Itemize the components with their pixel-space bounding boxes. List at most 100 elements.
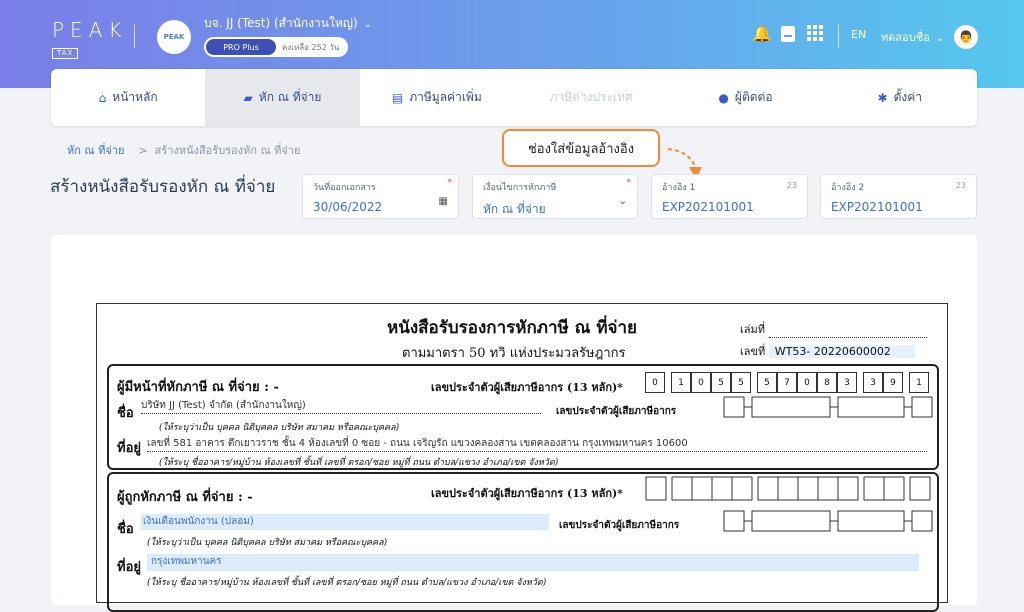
payee-taxid2-label: เลขประจำตัวผู้เสียภาษีอากร <box>559 520 680 531</box>
book-label: เล่มที่ <box>740 323 766 336</box>
payee-address-input[interactable]: กรุงเทพมหานคร <box>147 554 919 571</box>
peak-logo[interactable]: PEAK TAX <box>52 20 128 59</box>
taxid-digit: 7 <box>777 372 797 393</box>
reference-2-input[interactable]: อ้างอิง 2 23 EXP202101001 <box>820 174 977 219</box>
breadcrumb-separator: > <box>138 144 148 157</box>
field-label: เงื่อนไขการหักภาษี <box>483 183 557 193</box>
tab-label: ตั้งค่า <box>893 90 923 104</box>
payee-branch-boxes[interactable] <box>723 510 933 532</box>
taxid-digit: 0 <box>645 372 665 393</box>
taxid-digit: 5 <box>757 372 777 393</box>
payer-branch-boxes <box>723 396 933 418</box>
grid-icon[interactable] <box>807 25 823 45</box>
annotation-callout: ช่องใส่ข้อมูลอ้างอิง <box>502 129 660 167</box>
divider <box>134 24 135 48</box>
payee-address-label: ที่อยู่ <box>117 560 141 575</box>
payer-taxid-label: เลขประจำตัวผู้เสียภาษีอากร (13 หลัก)* <box>431 381 623 394</box>
field-label: อ้างอิง 2 <box>831 183 865 193</box>
taxid-digit: 1 <box>671 372 691 393</box>
company-logo: PEAK <box>157 20 191 54</box>
tab-settings[interactable]: ✱ ตั้งค่า <box>823 69 977 126</box>
document-number: เลขที่ WT53- 20220600002 <box>740 342 915 360</box>
payee-heading: ผู้ถูกหักภาษี ณ ที่จ่าย : - <box>117 490 253 505</box>
plan-badge[interactable]: PRO Plus คงเหลือ 252 วัน <box>204 37 348 57</box>
field-value: 30/06/2022 <box>313 200 383 214</box>
taxid-digit: 1 <box>909 372 929 393</box>
book-number: เล่มที่ <box>740 320 927 338</box>
language-switch[interactable]: EN <box>851 28 866 41</box>
payee-taxid-boxes[interactable] <box>645 476 937 502</box>
tab-label: ผู้ติดต่อ <box>734 90 773 104</box>
payer-name-hint: (ให้ระบุว่าเป็น บุคคล นิติบุคคล บริษัท ส… <box>159 423 400 433</box>
taxid-digit: 0 <box>797 372 817 393</box>
bell-icon[interactable]: 🔔 <box>752 25 772 43</box>
payer-address-label: ที่อยู่ <box>117 441 141 456</box>
payee-name-input[interactable]: เงินเดือนพนักงาน (ปลอม) <box>141 514 549 530</box>
field-label: วันที่ออกเอกสาร <box>313 183 376 193</box>
company-name: บจ. JJ (Test) (สำนักงานใหญ่) <box>204 16 358 30</box>
plan-name: PRO Plus <box>206 39 276 55</box>
tab-label: ภาษีมูลค่าเพิ่ม <box>409 90 482 104</box>
taxid-digit: 8 <box>817 372 837 393</box>
main-nav: ⌂ หน้าหลัก ▰ หัก ณ ที่จ่าย ▤ ภาษีมูลค่าเพิ่… <box>51 69 977 126</box>
payer-address-value: เลขที่ 581 อาคาร ตึกเยาวราช ชั้น 4 ห้องเ… <box>147 436 927 452</box>
field-value: EXP202101001 <box>662 200 754 214</box>
chevron-down-icon: ⌄ <box>363 19 373 30</box>
user-name: ทดสอบชื่อ <box>881 31 930 44</box>
chevron-down-icon: ⌄ <box>618 196 627 207</box>
chevron-down-icon: ⌄ <box>935 33 945 44</box>
document-date-field[interactable]: วันที่ออกเอกสาร * 30/06/2022 ▦ <box>302 174 459 219</box>
brand-tag: TAX <box>52 48 79 59</box>
tab-foreign-tax: ภาษีต่างประเทศ <box>514 69 668 126</box>
field-value: หัก ณ ที่จ่าย <box>483 202 546 216</box>
tax-condition-select[interactable]: เงื่อนไขการหักภาษี * หัก ณ ที่จ่าย ⌄ <box>472 174 638 219</box>
plan-remaining: คงเหลือ 252 วัน <box>282 42 340 52</box>
receipt-icon: ▤ <box>391 90 404 105</box>
taxid-digit: 9 <box>883 372 903 393</box>
person-icon: ● <box>718 90 729 105</box>
payer-heading: ผู้มีหน้าที่หักภาษี ณ ที่จ่าย : - <box>117 380 279 395</box>
taxid-digit: 5 <box>731 372 751 393</box>
taxid-digit: 3 <box>863 372 883 393</box>
calendar-icon[interactable]: ▦ <box>439 196 448 207</box>
payee-address-hint: (ให้ระบุ ชื่ออาคาร/หมู่บ้าน ห้องเลขที่ ช… <box>147 578 547 588</box>
breadcrumb-link[interactable]: หัก ณ ที่จ่าย <box>67 144 124 157</box>
user-menu[interactable]: ทดสอบชื่อ ⌄ <box>881 28 944 46</box>
number-label: เลขที่ <box>740 345 766 358</box>
company-selector[interactable]: บจ. JJ (Test) (สำนักงานใหญ่) ⌄ <box>204 14 372 33</box>
payer-section: ผู้มีหน้าที่หักภาษี ณ ที่จ่าย : - เลขประ… <box>107 364 939 470</box>
divider <box>838 24 839 48</box>
payee-name-hint: (ให้ระบุว่าเป็น บุคคล นิติบุคคล บริษัท ส… <box>147 538 388 548</box>
avatar[interactable]: 👨 <box>954 25 978 49</box>
taxid-digit: 0 <box>691 372 711 393</box>
tab-label: หัก ณ ที่จ่าย <box>258 90 322 104</box>
char-count: 23 <box>955 181 966 190</box>
document-icon[interactable] <box>780 25 796 47</box>
taxid-digit: 3 <box>837 372 857 393</box>
payee-taxid-label: เลขประจำตัวผู้เสียภาษีอากร (13 หลัก)* <box>431 487 623 500</box>
brand-name: PEAK <box>52 18 128 42</box>
certificate-document: หนังสือรับรองการหักภาษี ณ ที่จ่าย ตามมาต… <box>96 303 948 612</box>
reference-1-input[interactable]: อ้างอิง 1 23 EXP202101001 <box>651 174 808 219</box>
char-count: 23 <box>786 181 797 190</box>
breadcrumb-current: สร้างหนังสือรับรองหัก ณ ที่จ่าย <box>154 144 301 157</box>
field-value: EXP202101001 <box>831 200 923 214</box>
tab-withholding[interactable]: ▰ หัก ณ ที่จ่าย <box>205 69 360 126</box>
wallet-icon: ▰ <box>243 90 253 105</box>
page-title: สร้างหนังสือรับรองหัก ณ ที่จ่าย <box>50 177 276 197</box>
payer-address-hint: (ให้ระบุ ชื่ออาคาร/หมู่บ้าน ห้องเลขที่ ช… <box>159 458 559 468</box>
payer-taxid2-label: เลขประจำตัวผู้เสียภาษีอากร <box>556 406 677 417</box>
tab-label: ภาษีต่างประเทศ <box>549 90 633 104</box>
document-subtitle: ตามมาตรา 50 ทวิ แห่งประมวลรัษฎากร <box>402 346 626 361</box>
tab-home[interactable]: ⌂ หน้าหลัก <box>51 69 205 126</box>
document-number-value: WT53- 20220600002 <box>768 345 915 358</box>
tab-contacts[interactable]: ● ผู้ติดต่อ <box>668 69 822 126</box>
field-label: อ้างอิง 1 <box>662 183 696 193</box>
document-title: หนังสือรับรองการหักภาษี ณ ที่จ่าย <box>387 318 637 338</box>
required-mark: * <box>447 178 453 188</box>
book-number-input[interactable] <box>768 326 927 338</box>
required-mark: * <box>626 178 632 188</box>
tab-vat[interactable]: ▤ ภาษีมูลค่าเพิ่ม <box>360 69 514 126</box>
payer-name-value: บริษัท JJ (Test) จำกัด (สำนักงานใหญ่) <box>141 398 541 414</box>
gear-icon: ✱ <box>877 90 888 105</box>
